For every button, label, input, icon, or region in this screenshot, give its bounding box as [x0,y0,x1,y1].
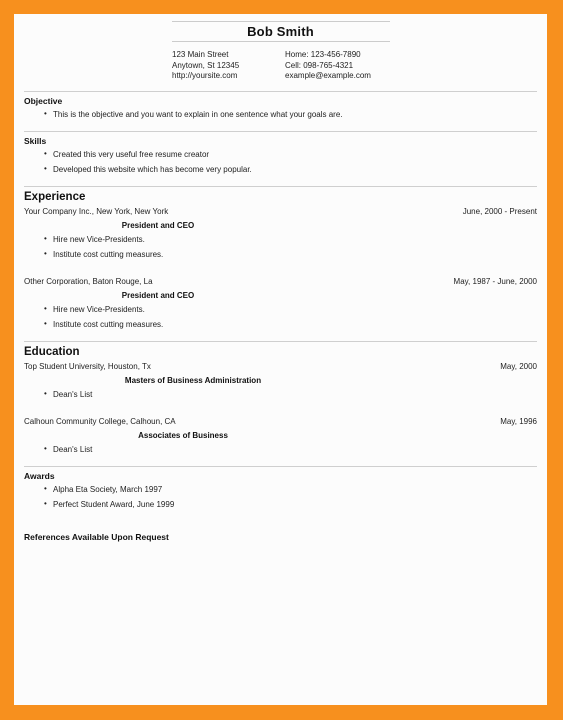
contact-cell-phone: Cell: 098-765-4321 [285,60,354,70]
list-item: Dean's List [24,441,537,457]
list-item: Perfect Student Award, June 1999 [24,496,537,512]
entry-role: President and CEO [121,290,195,300]
section-rule [24,130,537,132]
resume-content: Bob Smith 123 Main Street Anytown, St 12… [14,21,547,705]
education-entry: Calhoun Community College, Calhoun, CA M… [24,416,537,457]
list-item: Developed this website which has become … [24,161,537,177]
section-rule [24,465,537,467]
resume-header: Bob Smith [171,21,390,42]
section-skills: Skills Created this very useful free res… [24,122,537,177]
objective-list: This is the objective and you want to ex… [24,106,537,122]
entry-date: May, 1987 - June, 2000 [453,276,537,286]
section-title-experience: Experience [24,190,86,203]
section-rule [24,90,537,92]
section-title-skills: Skills [24,135,47,146]
contact-city-state-zip: Anytown, St 12345 [172,60,240,70]
name-rule-bottom [171,41,390,42]
contact-column-right: Home: 123-456-7890 Cell: 098-765-4321 ex… [285,50,371,82]
entry-role: Masters of Business Administration [124,375,262,385]
section-title-objective: Objective [24,95,63,106]
section-experience: Experience Your Company Inc., New York, … [24,177,537,332]
references-note: References Available Upon Request [24,531,169,542]
entry-header: Your Company Inc., New York, New York Ju… [24,206,537,218]
entry-role: President and CEO [121,220,195,230]
entry-organization: Your Company Inc., New York, New York [24,206,169,216]
list-item: This is the objective and you want to ex… [24,106,537,122]
entry-organization: Calhoun Community College, Calhoun, CA [24,416,176,426]
list-item: Hire new Vice-Presidents. [24,301,537,317]
skills-list: Created this very useful free resume cre… [24,146,537,177]
contact-column-left: 123 Main Street Anytown, St 12345 http:/… [172,50,285,82]
list-item: Alpha Eta Society, March 1997 [24,481,537,497]
section-rule [24,340,537,342]
entry-bullet-list: Dean's List [24,441,537,457]
experience-entry: Other Corporation, Baton Rouge, La May, … [24,276,537,332]
list-item: Hire new Vice-Presidents. [24,231,537,247]
contact-home-phone: Home: 123-456-7890 [285,50,361,59]
section-rule [24,185,537,187]
contact-email[interactable]: example@example.com [285,71,371,82]
entry-role: Associates of Business [138,430,228,440]
contact-website[interactable]: http://yoursite.com [172,71,285,82]
entry-date: May, 1996 [500,416,537,426]
section-title-awards: Awards [24,470,55,481]
section-objective: Objective This is the objective and you … [24,82,537,122]
list-item: Created this very useful free resume cre… [24,146,537,162]
awards-list: Alpha Eta Society, March 1997 Perfect St… [24,481,537,512]
entry-organization: Other Corporation, Baton Rouge, La [24,276,153,286]
entry-header: Other Corporation, Baton Rouge, La May, … [24,276,537,288]
entry-date: May, 2000 [500,361,537,371]
entry-date: June, 2000 - Present [462,206,537,216]
entry-bullet-list: Dean's List [24,386,537,402]
section-education: Education Top Student University, Housto… [24,332,537,457]
list-item: Dean's List [24,386,537,402]
entry-bullet-list: Hire new Vice-Presidents. Institute cost… [24,231,537,262]
contact-block: 123 Main Street Anytown, St 12345 http:/… [172,50,547,82]
resume-page: Bob Smith 123 Main Street Anytown, St 12… [14,14,547,705]
section-awards: Awards Alpha Eta Society, March 1997 Per… [24,457,537,512]
list-item: Institute cost cutting measures. [24,246,537,262]
candidate-name: Bob Smith [247,24,314,39]
entry-header: Calhoun Community College, Calhoun, CA M… [24,416,537,428]
entry-organization: Top Student University, Houston, Tx [24,361,151,371]
contact-street: 123 Main Street [172,50,229,59]
section-title-education: Education [24,345,80,358]
list-item: Institute cost cutting measures. [24,316,537,332]
entry-bullet-list: Hire new Vice-Presidents. Institute cost… [24,301,537,332]
experience-entry: Your Company Inc., New York, New York Ju… [24,206,537,262]
education-entry: Top Student University, Houston, Tx May,… [24,361,537,402]
entry-header: Top Student University, Houston, Tx May,… [24,361,537,373]
